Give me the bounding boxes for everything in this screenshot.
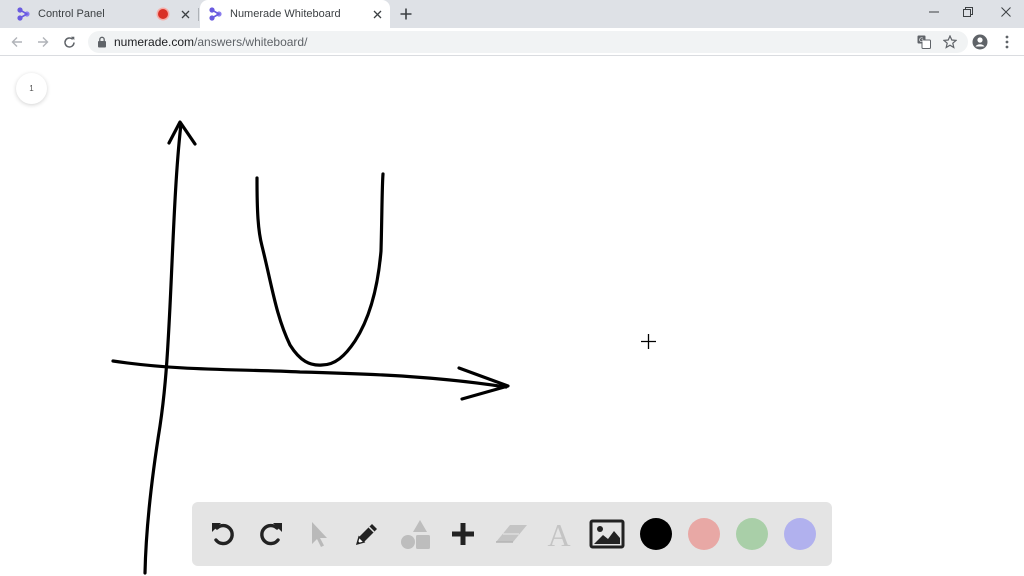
more-menu-icon[interactable] bbox=[1000, 34, 1014, 50]
close-icon bbox=[1001, 7, 1011, 17]
restore-button[interactable] bbox=[958, 4, 978, 20]
text-tool-glyph: A bbox=[547, 517, 570, 551]
tab-divider bbox=[198, 8, 199, 21]
restore-icon bbox=[963, 7, 973, 17]
lock-icon bbox=[98, 36, 106, 48]
url-host: numerade.com bbox=[114, 35, 195, 49]
y-axis-stroke bbox=[143, 122, 183, 575]
reload-icon bbox=[63, 36, 75, 48]
whiteboard-canvas[interactable]: 1 A bbox=[0, 56, 1024, 576]
minimize-icon bbox=[929, 11, 939, 13]
handwritten-drawing bbox=[111, 120, 510, 575]
color-swatch-red[interactable] bbox=[688, 518, 720, 550]
reload-button[interactable] bbox=[60, 33, 78, 51]
y-axis-arrowhead bbox=[167, 120, 197, 146]
select-tool-button[interactable] bbox=[301, 516, 337, 552]
image-tool-button[interactable] bbox=[589, 516, 625, 552]
color-swatch-blue[interactable] bbox=[784, 518, 816, 550]
bookmark-star-icon[interactable] bbox=[942, 34, 958, 50]
color-swatch-green[interactable] bbox=[736, 518, 768, 550]
tab-numerade-whiteboard[interactable]: Numerade Whiteboard bbox=[200, 0, 390, 28]
recording-indicator-icon bbox=[158, 9, 168, 19]
pencil-tool-button[interactable] bbox=[349, 516, 385, 552]
shapes-icon bbox=[401, 520, 430, 549]
undo-icon bbox=[212, 523, 234, 546]
crosshair-cursor-icon bbox=[641, 334, 656, 349]
new-tab-button[interactable] bbox=[398, 6, 414, 22]
tab-control-panel[interactable]: Control Panel bbox=[8, 0, 198, 28]
redo-icon bbox=[260, 523, 282, 546]
parabola-curve bbox=[255, 172, 385, 367]
tab-title: Numerade Whiteboard bbox=[230, 8, 341, 20]
tab-title: Control Panel bbox=[38, 8, 105, 20]
close-window-button[interactable] bbox=[996, 4, 1016, 20]
eraser-icon bbox=[496, 525, 527, 543]
back-button[interactable] bbox=[8, 33, 26, 51]
text-tool-button[interactable]: A bbox=[541, 516, 577, 552]
numerade-logo-icon bbox=[209, 7, 222, 21]
select-pointer-icon bbox=[312, 522, 327, 547]
forward-arrow-icon bbox=[38, 37, 49, 47]
svg-text:G: G bbox=[919, 37, 924, 44]
redo-button[interactable] bbox=[253, 516, 289, 552]
close-tab-icon[interactable] bbox=[178, 7, 192, 21]
minimize-button[interactable] bbox=[924, 4, 944, 20]
text-tool-icon: A bbox=[547, 517, 570, 551]
browser-tab-strip: Control Panel Numerade Whiteboard bbox=[0, 0, 1024, 28]
numerade-logo-icon bbox=[17, 7, 30, 21]
back-arrow-icon bbox=[11, 37, 22, 47]
shapes-tool-button[interactable] bbox=[397, 516, 433, 552]
add-button[interactable] bbox=[445, 516, 481, 552]
profile-avatar-icon[interactable] bbox=[972, 34, 988, 50]
undo-button[interactable] bbox=[205, 516, 241, 552]
image-icon bbox=[589, 519, 625, 549]
url-text: numerade.com/answers/whiteboard/ bbox=[114, 35, 916, 49]
color-swatch-black[interactable] bbox=[640, 518, 672, 550]
forward-button[interactable] bbox=[34, 33, 52, 51]
close-tab-icon[interactable] bbox=[370, 7, 384, 21]
translate-icon[interactable]: G bbox=[916, 34, 932, 50]
pencil-icon bbox=[355, 524, 377, 546]
browser-toolbar: numerade.com/answers/whiteboard/ G bbox=[0, 28, 1024, 56]
plus-icon bbox=[400, 8, 412, 20]
url-path: /answers/whiteboard/ bbox=[194, 35, 308, 49]
plus-icon bbox=[452, 523, 474, 545]
tool-palette: A bbox=[192, 502, 832, 566]
address-bar[interactable]: numerade.com/answers/whiteboard/ G bbox=[88, 31, 968, 53]
eraser-tool-button[interactable] bbox=[493, 516, 529, 552]
